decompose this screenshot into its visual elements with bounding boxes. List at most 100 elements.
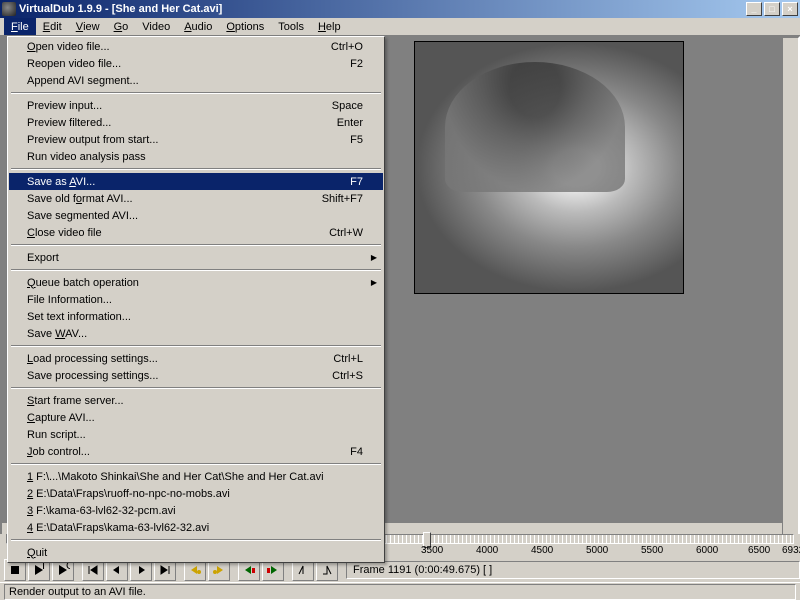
submenu-arrow-icon: ▶: [371, 253, 377, 262]
menu-help[interactable]: Help: [311, 18, 348, 35]
timeline-tick: 6932: [782, 545, 800, 556]
menu-item-label: Save segmented AVI...: [27, 210, 363, 222]
menu-item-label: Start frame server...: [27, 395, 363, 407]
menu-file[interactable]: File: [4, 18, 36, 35]
menu-item-label: Run video analysis pass: [27, 151, 363, 163]
menu-separator: [11, 168, 381, 170]
menu-go[interactable]: Go: [107, 18, 136, 35]
menu-item[interactable]: Save WAV...: [9, 325, 383, 342]
menu-item-label: Close video file: [27, 227, 313, 239]
menu-shortcut: F5: [350, 134, 363, 146]
menu-separator: [11, 463, 381, 465]
vertical-scrollbar[interactable]: [782, 38, 798, 538]
menu-item[interactable]: Job control...F4: [9, 443, 383, 460]
menu-shortcut: Enter: [337, 117, 363, 129]
menu-shortcut: Space: [332, 100, 363, 112]
menu-item-label: Preview output from start...: [27, 134, 334, 146]
video-preview-pane: [414, 41, 684, 294]
mark-out-icon: [320, 563, 334, 577]
svg-text:I: I: [42, 563, 45, 572]
menu-item[interactable]: Close video file Ctrl+W: [9, 224, 383, 241]
menu-item-label: Save WAV...: [27, 328, 363, 340]
menu-shortcut: Ctrl+W: [329, 227, 363, 239]
step-back-icon: [110, 563, 124, 577]
menu-item[interactable]: Save as AVI...F7: [9, 173, 383, 190]
timeline-tick: 4500: [531, 545, 553, 556]
timeline-tick: 6000: [696, 545, 718, 556]
menu-item-label: Export: [27, 252, 363, 264]
menu-separator: [11, 269, 381, 271]
menu-item[interactable]: Export ▶: [9, 249, 383, 266]
menu-item[interactable]: Quit: [9, 544, 383, 561]
menu-item-label: Quit: [27, 547, 363, 559]
menu-item-label: Run script...: [27, 429, 363, 441]
menu-shortcut: F2: [350, 58, 363, 70]
menu-item[interactable]: Start frame server...: [9, 392, 383, 409]
close-button[interactable]: ×: [782, 2, 798, 16]
scene-next-icon: [266, 563, 280, 577]
menu-item-label: Preview filtered...: [27, 117, 321, 129]
menu-item[interactable]: Run video analysis pass: [9, 148, 383, 165]
menu-separator: [11, 92, 381, 94]
play-icon: I: [32, 563, 46, 577]
menu-item[interactable]: Preview output from start... F5: [9, 131, 383, 148]
menu-item-label: Set text information...: [27, 311, 363, 323]
menu-item[interactable]: Capture AVI...: [9, 409, 383, 426]
menu-item[interactable]: 4 E:\Data\Fraps\kama-63-lvl62-32.avi: [9, 519, 383, 536]
goto-start-icon: [86, 563, 100, 577]
menu-item-label: 3 F:\kama-63-lvl62-32-pcm.avi: [27, 505, 363, 517]
timeline-tick: 3500: [421, 545, 443, 556]
minimize-button[interactable]: _: [746, 2, 762, 16]
menu-item[interactable]: File Information...: [9, 291, 383, 308]
title-text: VirtualDub 1.9.9 - [She and Her Cat.avi]: [19, 3, 746, 15]
titlebar: VirtualDub 1.9.9 - [She and Her Cat.avi]…: [0, 0, 800, 18]
menu-item[interactable]: Append AVI segment...: [9, 72, 383, 89]
menu-item[interactable]: Preview filtered... Enter: [9, 114, 383, 131]
menu-item[interactable]: Save processing settings...Ctrl+S: [9, 367, 383, 384]
key-prev-icon: [188, 563, 202, 577]
menu-item[interactable]: Queue batch operation▶: [9, 274, 383, 291]
frame-display: Frame 1191 (0:00:49.675) [ ]: [346, 561, 800, 579]
menu-separator: [11, 387, 381, 389]
statusbar: Render output to an AVI file.: [0, 582, 800, 600]
menu-item-label: Capture AVI...: [27, 412, 363, 424]
menu-shortcut: F7: [350, 176, 363, 188]
menu-separator: [11, 539, 381, 541]
timeline-tick: 4000: [476, 545, 498, 556]
menu-item[interactable]: Open video file...Ctrl+O: [9, 38, 383, 55]
menu-options[interactable]: Options: [219, 18, 271, 35]
menu-shortcut: Ctrl+O: [331, 41, 363, 53]
menu-item[interactable]: Save old format AVI... Shift+F7: [9, 190, 383, 207]
menu-item-label: Save old format AVI...: [27, 193, 306, 205]
menu-edit[interactable]: Edit: [36, 18, 69, 35]
menu-shortcut: Shift+F7: [322, 193, 363, 205]
key-next-icon: [212, 563, 226, 577]
menu-item-label: 4 E:\Data\Fraps\kama-63-lvl62-32.avi: [27, 522, 363, 534]
menu-separator: [11, 345, 381, 347]
menu-item[interactable]: 3 F:\kama-63-lvl62-32-pcm.avi: [9, 502, 383, 519]
menu-item-label: Load processing settings...: [27, 353, 317, 365]
menu-audio[interactable]: Audio: [177, 18, 219, 35]
menu-item[interactable]: Run script...: [9, 426, 383, 443]
menu-shortcut: F4: [350, 446, 363, 458]
menu-video[interactable]: Video: [135, 18, 177, 35]
menu-item[interactable]: 1 F:\...\Makoto Shinkai\She and Her Cat\…: [9, 468, 383, 485]
menu-shortcut: Ctrl+L: [333, 353, 363, 365]
timeline-tick: 6500: [748, 545, 770, 556]
menu-tools[interactable]: Tools: [271, 18, 311, 35]
maximize-button[interactable]: □: [764, 2, 780, 16]
scene-prev-icon: [242, 563, 256, 577]
menu-item-label: Queue batch operation: [27, 277, 363, 289]
menu-item[interactable]: Load processing settings... Ctrl+L: [9, 350, 383, 367]
app-icon: [2, 2, 16, 16]
menu-item[interactable]: Set text information...: [9, 308, 383, 325]
menu-separator: [11, 244, 381, 246]
timeline-tick: 5000: [586, 545, 608, 556]
menu-item[interactable]: 2 E:\Data\Fraps\ruoff-no-npc-no-mobs.avi: [9, 485, 383, 502]
menu-item[interactable]: Preview input... Space: [9, 97, 383, 114]
menu-view[interactable]: View: [69, 18, 107, 35]
menu-item[interactable]: Reopen video file...F2: [9, 55, 383, 72]
menu-item[interactable]: Save segmented AVI...: [9, 207, 383, 224]
menu-item-label: Preview input...: [27, 100, 316, 112]
menu-item-label: 1 F:\...\Makoto Shinkai\She and Her Cat\…: [27, 471, 363, 483]
